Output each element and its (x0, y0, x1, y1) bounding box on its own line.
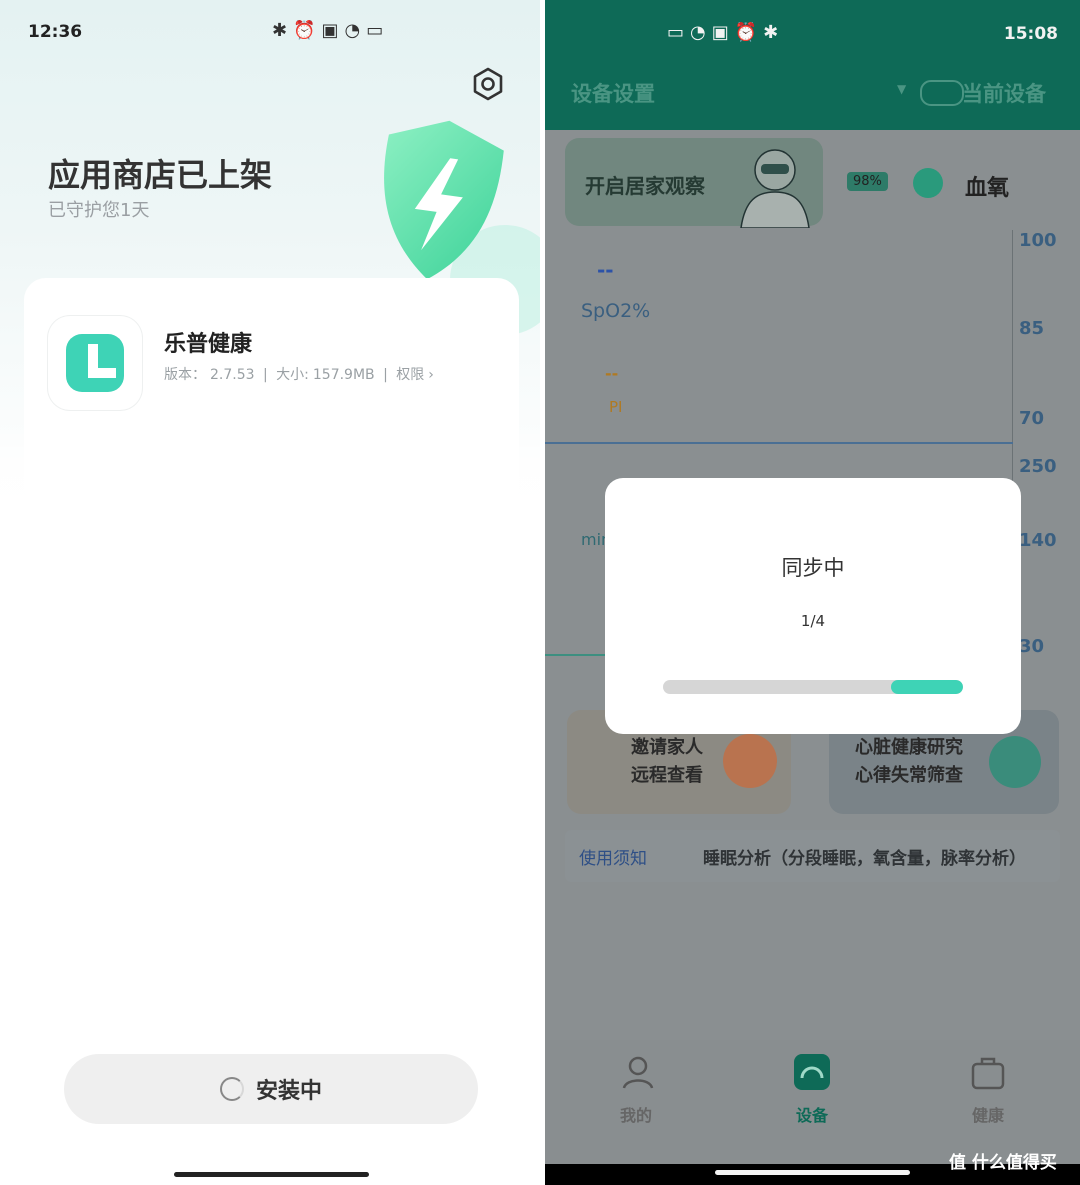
feature-line: 心律失常筛查 (855, 765, 963, 786)
bluetooth-icon: ✱ (272, 20, 294, 41)
feature-line: 远程查看 (631, 765, 703, 786)
alarm-icon: ⏰ (293, 20, 322, 41)
status-bar-icons: ✱⏰▣◔▭ (272, 20, 389, 41)
card-fade (0, 420, 540, 530)
profile-icon (622, 1056, 654, 1089)
app-header (545, 0, 1080, 130)
section-divider (545, 442, 1013, 444)
battery-icon: ▭ (366, 20, 390, 41)
tab-device[interactable]: 设备 (767, 1052, 857, 1126)
tab-health[interactable]: 健康 (943, 1052, 1033, 1126)
status-bar-time: 15:08 (1003, 24, 1058, 44)
tab-label: 我的 (619, 1106, 652, 1125)
device-settings-link[interactable]: 设备设置 (571, 78, 655, 108)
heart-research-title: 心脏健康研究 心律失常筛查 (855, 734, 963, 790)
sync-progress-count: 1/4 (800, 612, 826, 630)
heart-research-icon (989, 736, 1041, 788)
device-toggle[interactable] (920, 80, 964, 106)
alarm-icon: ⏰ (734, 22, 764, 43)
device-battery-badge: 98% (847, 172, 888, 191)
meta-divider: | (383, 367, 388, 383)
sync-dialog-title: 同步中 (781, 556, 845, 580)
home-indicator[interactable] (715, 1170, 910, 1175)
app-store-install-screen: 12:36 ✱⏰▣◔▭ 应用商店已上架 已守护您1天 乐普健康 版本： 2.7.5… (0, 0, 540, 1185)
wifi-icon: ◔ (344, 20, 367, 41)
spo2-value: -- (597, 258, 614, 282)
size-value: 157.9MB (312, 367, 375, 383)
app-name: 乐普健康 (164, 332, 253, 357)
device-sync-screen: ▭◔▣⏰✱ 15:08 设备设置 ▼ 当前设备 开启居家观察 98% 血氧 10… (545, 0, 1080, 1185)
version-value: 2.7.53 (210, 367, 255, 383)
health-bag-icon (971, 1057, 1005, 1090)
lepu-health-app-icon[interactable] (48, 316, 142, 410)
tab-mine[interactable]: 我的 (591, 1052, 681, 1126)
security-shield-icon (384, 120, 504, 280)
home-indicator[interactable] (174, 1172, 369, 1177)
usage-notice-link[interactable]: 使用须知 (579, 844, 647, 869)
battery-icon: ▭ (667, 22, 691, 43)
install-button-label: 安装中 (255, 1079, 322, 1104)
meta-divider: | (262, 367, 268, 383)
app-meta: 版本： 2.7.53 | 大小: 157.9MB | 权限 › (164, 364, 438, 384)
home-observation-label: 开启居家观察 (585, 174, 705, 198)
sleep-analysis-text: 睡眠分析（分段睡眠，氧含量，脉率分析） (703, 849, 1026, 869)
page-title: 应用商店已上架 (48, 156, 273, 194)
nfc-icon: ▣ (711, 22, 735, 43)
bluetooth-icon: ✱ (763, 22, 785, 43)
invite-family-icon (723, 734, 777, 788)
spo2-label: SpO2% (581, 300, 651, 322)
device-icon (794, 1054, 830, 1090)
wifi-icon: ◔ (690, 22, 712, 43)
status-bar-time: 12:36 (28, 22, 83, 42)
protection-days: 已守护您1天 (48, 200, 150, 221)
status-bar-icons: ▭◔▣⏰✱ (667, 22, 784, 43)
settings-gear-icon[interactable] (470, 66, 506, 102)
axis-tick: 30 (1019, 636, 1045, 657)
tab-label: 设备 (795, 1106, 828, 1125)
current-device-title: 当前设备 (962, 82, 1046, 106)
oxygen-title: 血氧 (965, 176, 1010, 201)
loading-spinner-icon (219, 1077, 244, 1101)
size-label: 大小: (276, 367, 309, 383)
chevron-right-icon: › (428, 367, 434, 383)
sync-dialog: 同步中 1/4 (605, 478, 1021, 734)
version-label: 版本： (164, 367, 206, 383)
tab-label: 健康 (971, 1106, 1004, 1125)
pi-value: -- (605, 364, 619, 383)
bluetooth-status-icon (913, 168, 943, 198)
invite-family-title: 邀请家人 远程查看 (631, 734, 703, 790)
axis-tick: 70 (1019, 408, 1045, 429)
permissions-link[interactable]: 权限 (396, 367, 424, 383)
sync-progress-fill (891, 680, 963, 694)
dropdown-arrow-icon[interactable]: ▼ (897, 82, 906, 96)
medical-staff-illustration (740, 149, 810, 228)
install-button[interactable]: 安装中 (64, 1054, 478, 1124)
sync-progress-bar (663, 680, 963, 694)
feature-line: 心脏健康研究 (855, 737, 963, 758)
watermark: 值 什么值得买 (949, 1153, 1057, 1173)
pi-label: PI (609, 398, 623, 416)
axis-tick: 85 (1019, 318, 1045, 339)
axis-tick: 100 (1019, 230, 1057, 251)
nfc-icon: ▣ (321, 20, 345, 41)
axis-tick: 250 (1019, 456, 1057, 477)
axis-tick: 140 (1019, 530, 1057, 551)
feature-line: 邀请家人 (631, 737, 703, 758)
